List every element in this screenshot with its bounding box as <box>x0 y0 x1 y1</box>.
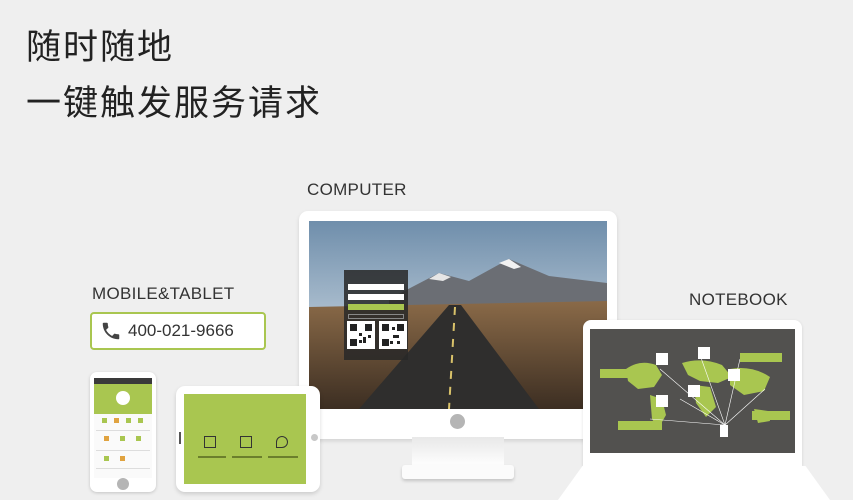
computer-screen <box>309 221 607 409</box>
hotline-number: 400-021-9666 <box>128 321 234 340</box>
tablet-screen <box>184 394 306 484</box>
notebook-screen <box>590 329 795 453</box>
phone-icon <box>102 322 120 340</box>
tablet-device <box>176 386 320 492</box>
headline: 随时随地 一键触发服务请求 <box>26 20 322 132</box>
login-button[interactable] <box>348 304 404 310</box>
tablet-home-button[interactable] <box>311 434 318 441</box>
phone-home-button[interactable] <box>117 478 129 490</box>
mobile-tablet-label: MOBILE&TABLET <box>92 284 235 303</box>
location-pin-icon <box>276 436 288 448</box>
location-pin-icon <box>720 425 728 437</box>
headline-line-1: 随时随地 <box>26 28 175 68</box>
notebook-label: NOTEBOOK <box>689 290 788 309</box>
computer-monitor <box>299 211 617 439</box>
username-field[interactable] <box>348 284 404 290</box>
password-field[interactable] <box>348 294 404 300</box>
monitor-stand-neck <box>412 437 504 467</box>
hotline-box[interactable]: 400-021-9666 <box>90 312 266 350</box>
qr-code-icon <box>347 321 375 349</box>
headline-line-2: 一键触发服务请求 <box>26 84 323 124</box>
qr-code-icon <box>240 436 252 448</box>
phone-screen <box>94 378 152 478</box>
mobile-phone <box>90 372 156 492</box>
qr-code-icon <box>379 321 407 349</box>
monitor-stand-base <box>402 465 514 479</box>
register-button[interactable] <box>348 314 404 319</box>
monitor-power-button[interactable] <box>450 414 465 429</box>
world-map-icon <box>600 347 790 437</box>
computer-label: COMPUTER <box>307 180 407 199</box>
phone-icon <box>204 436 216 448</box>
notebook-base <box>558 466 830 500</box>
avatar <box>116 391 130 405</box>
